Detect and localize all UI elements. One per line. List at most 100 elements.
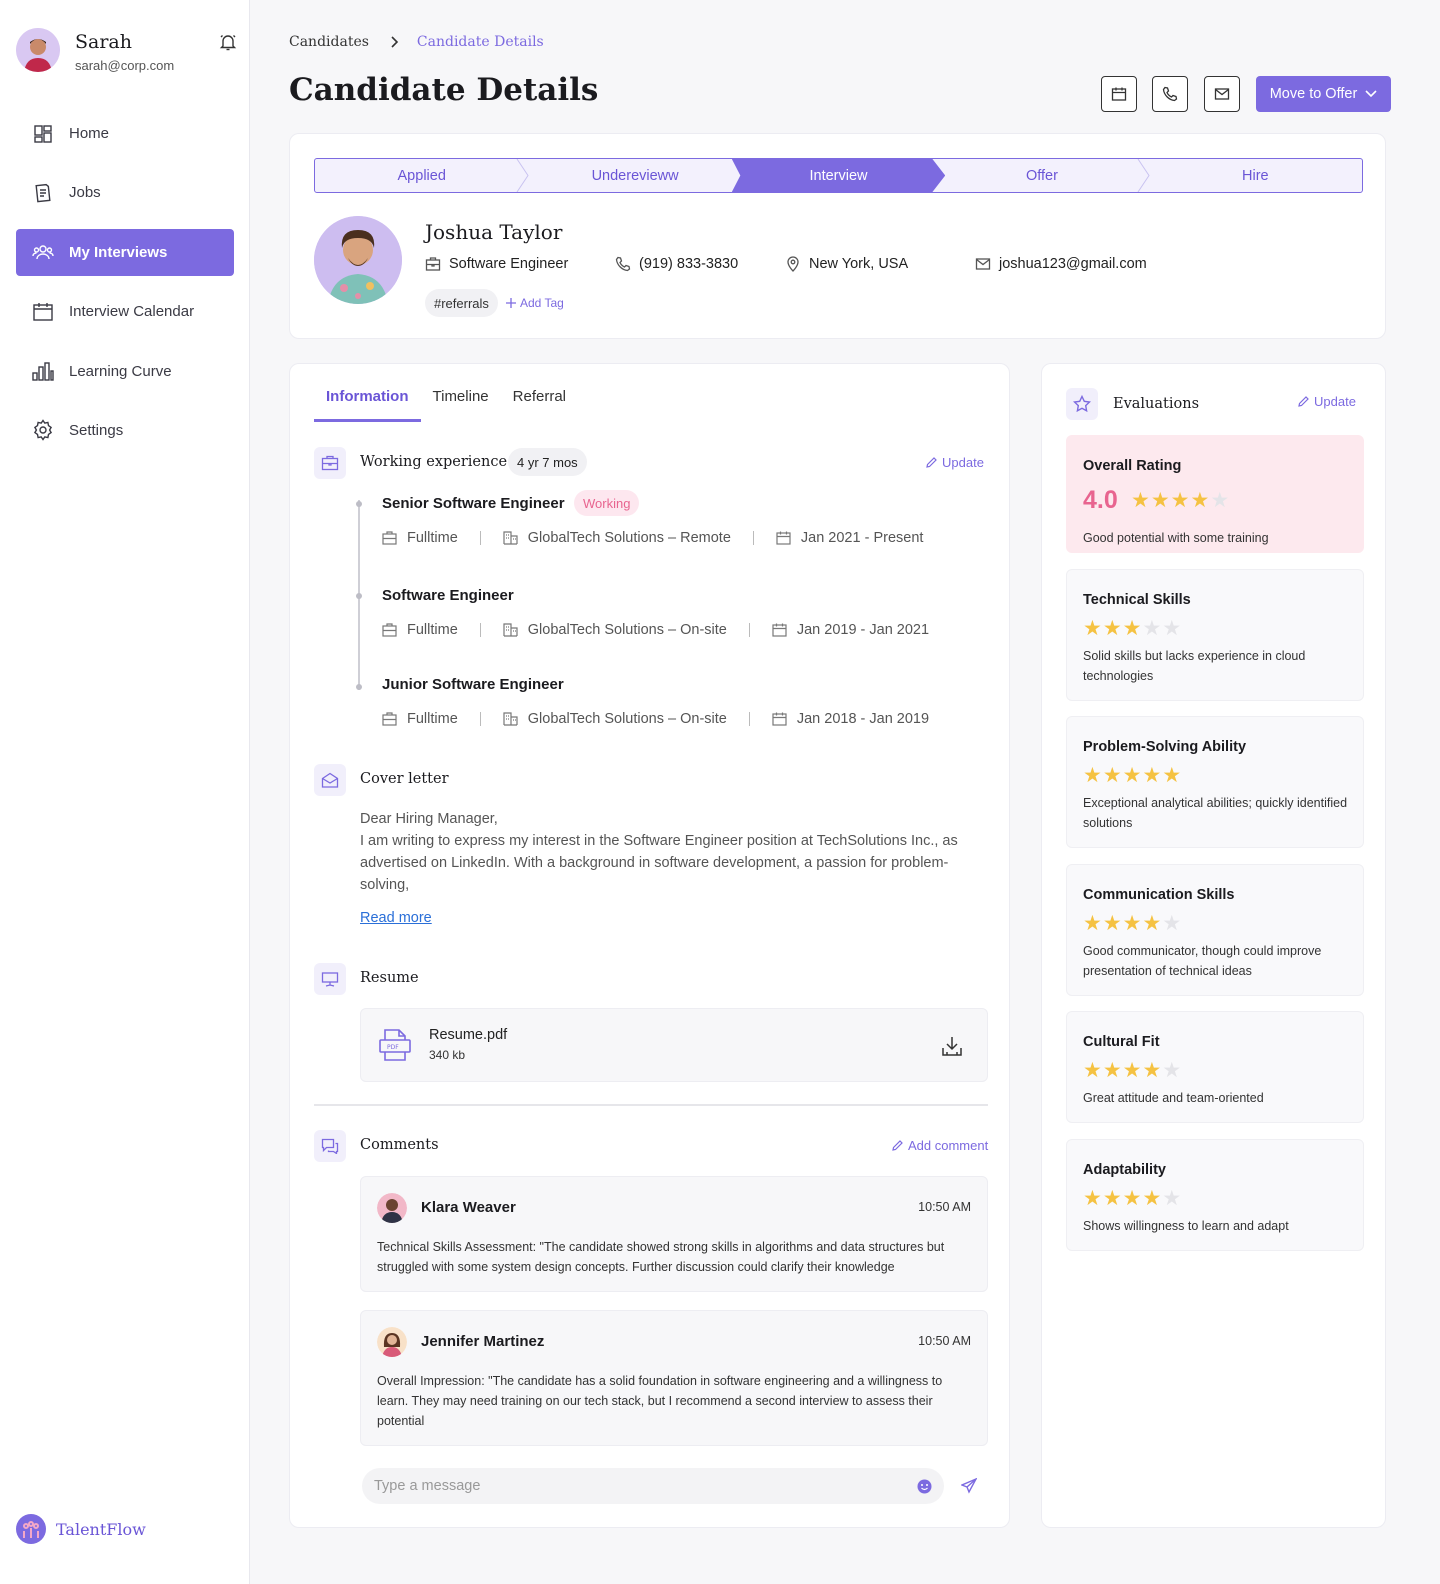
mail-icon xyxy=(975,256,999,272)
read-more-link[interactable]: Read more xyxy=(360,910,432,926)
star-empty-icon: ★ xyxy=(1162,1059,1182,1082)
move-to-offer-label: Move to Offer xyxy=(1269,86,1358,102)
star-filled-icon: ★ xyxy=(1122,1059,1142,1082)
evaluation-title: Cultural Fit xyxy=(1083,1034,1160,1050)
tab-timeline[interactable]: Timeline xyxy=(421,388,501,422)
move-to-offer-button[interactable]: Move to Offer xyxy=(1256,76,1391,112)
avatar xyxy=(16,28,60,72)
evaluations-title: Evaluations xyxy=(1113,396,1200,412)
divider xyxy=(748,712,750,726)
add-tag-button[interactable]: Add Tag xyxy=(506,296,564,310)
sidebar-item-jobs[interactable]: Jobs xyxy=(16,169,234,216)
envelope-open-icon xyxy=(314,764,346,796)
schedule-button[interactable] xyxy=(1101,76,1137,112)
overall-rating-card: Overall Rating 4.0 ★ ★ ★ ★ ★ Good potential … xyxy=(1066,435,1364,553)
emoji-icon[interactable] xyxy=(917,1479,932,1494)
tab-referral[interactable]: Referral xyxy=(501,388,578,422)
experience-update-button[interactable]: Update xyxy=(926,455,984,470)
stage-underreview[interactable]: Underevieww xyxy=(528,159,741,192)
divider xyxy=(752,531,754,545)
job-company: GlobalTech Solutions – Remote xyxy=(527,530,731,546)
evaluation-cultural-fit: Cultural Fit ★ ★ ★ ★ ★ Great attitude and te… xyxy=(1066,1011,1364,1123)
comment-text: Overall Impression: "The candidate has a… xyxy=(377,1374,943,1428)
star-empty-icon: ★ xyxy=(1162,912,1182,935)
stage-label: Underevieww xyxy=(591,167,679,184)
candidate-name: Joshua Taylor xyxy=(425,220,563,244)
candidate-email[interactable]: joshua123@gmail.com xyxy=(975,256,1147,272)
download-icon[interactable] xyxy=(941,1035,963,1057)
comment-author: Klara Weaver xyxy=(421,1199,516,1216)
plus-icon xyxy=(506,298,520,308)
page-title: Candidate Details xyxy=(289,72,599,108)
pipeline-stages: Applied Underevieww Interview Offer Hire xyxy=(314,158,1363,193)
comment-card: Jennifer Martinez 10:50 AM Overall Impre… xyxy=(360,1310,988,1446)
sidebar-item-home[interactable]: Home xyxy=(16,110,234,157)
tab-bar: Information Timeline Referral xyxy=(314,388,578,422)
job-period: Jan 2019 - Jan 2021 xyxy=(796,622,930,638)
user-profile[interactable]: Sarah sarah@corp.com xyxy=(16,28,238,76)
add-comment-button[interactable]: Add comment xyxy=(892,1138,988,1153)
avatar xyxy=(377,1327,407,1357)
bell-icon[interactable] xyxy=(218,32,238,52)
sidebar-item-label: Home xyxy=(69,125,110,142)
stage-applied[interactable]: Applied xyxy=(315,159,529,192)
star-filled-icon: ★ xyxy=(1102,617,1122,640)
calendar-icon xyxy=(772,623,797,637)
brand[interactable]: TalentFlow xyxy=(16,1514,146,1544)
evaluation-technical-skills: Technical Skills ★ ★ ★ ★ ★ Solid skills but … xyxy=(1066,569,1364,701)
user-name: Sarah xyxy=(75,31,132,53)
avatar xyxy=(377,1193,407,1223)
star-filled-icon: ★ xyxy=(1122,764,1142,787)
sidebar-item-settings[interactable]: Settings xyxy=(16,407,234,454)
evaluation-adaptability: Adaptability ★ ★ ★ ★ ★ Shows willingness to … xyxy=(1066,1139,1364,1251)
experience-duration: 4 yr 7 mos xyxy=(508,448,587,476)
job-company: GlobalTech Solutions – On-site xyxy=(527,711,727,727)
resume-file[interactable]: PDF Resume.pdf 340 kb xyxy=(360,1008,988,1082)
briefcase-icon xyxy=(382,531,407,545)
job-period: Jan 2021 - Present xyxy=(800,530,924,546)
candidate-phone[interactable]: (919) 833-3830 xyxy=(615,256,738,272)
evaluations-card: Evaluations Update Overall Rating 4.0 ★ ★… xyxy=(1041,363,1386,1528)
overall-rating-score: 4.0 xyxy=(1083,486,1118,514)
tab-information[interactable]: Information xyxy=(314,388,421,422)
candidate-location-text: New York, USA xyxy=(809,256,909,272)
calendar-icon xyxy=(1111,86,1127,102)
job-period: Jan 2018 - Jan 2019 xyxy=(796,711,930,727)
star-filled-icon: ★ xyxy=(1150,489,1170,512)
message-input[interactable] xyxy=(362,1468,944,1504)
star-filled-icon: ★ xyxy=(1102,1187,1122,1210)
send-icon[interactable] xyxy=(961,1478,977,1494)
evaluation-desc: Exceptional analytical abilities; quickl… xyxy=(1083,796,1348,830)
evaluation-desc: Shows willingness to learn and adapt xyxy=(1083,1219,1289,1233)
stage-label: Hire xyxy=(1242,167,1269,184)
chat-icon xyxy=(314,1130,346,1162)
job-title: Junior Software Engineer xyxy=(382,676,564,693)
evaluations-update-button[interactable]: Update xyxy=(1298,394,1356,409)
star-filled-icon: ★ xyxy=(1162,764,1182,787)
evaluation-title: Communication Skills xyxy=(1083,887,1235,903)
job-title: Senior Software Engineer xyxy=(382,495,565,512)
sidebar-item-my-interviews[interactable]: My Interviews xyxy=(16,228,234,276)
star-filled-icon: ★ xyxy=(1083,1187,1102,1210)
email-button[interactable] xyxy=(1204,76,1240,112)
users-icon xyxy=(32,241,54,263)
breadcrumb-root[interactable]: Candidates xyxy=(289,34,369,50)
stage-hire[interactable]: Hire xyxy=(1149,159,1362,192)
sidebar-item-learning-curve[interactable]: Learning Curve xyxy=(16,348,234,395)
job-meta: Fulltime GlobalTech Solutions – On-site … xyxy=(382,711,929,727)
call-button[interactable] xyxy=(1152,76,1188,112)
stage-label: Applied xyxy=(397,167,446,184)
sidebar-item-interview-calendar[interactable]: Interview Calendar xyxy=(16,288,234,335)
star-rating: ★ ★ ★ ★ ★ xyxy=(1083,618,1182,640)
breadcrumb: Candidates Candidate Details xyxy=(289,34,544,50)
star-filled-icon: ★ xyxy=(1122,1187,1142,1210)
overall-rating-desc: Good potential with some training xyxy=(1083,531,1269,545)
tag-chip[interactable]: #referrals xyxy=(425,289,498,317)
bar-chart-icon xyxy=(32,360,54,382)
sidebar-nav: Home Jobs My Interviews Interview Calend… xyxy=(16,110,234,466)
overall-rating-title: Overall Rating xyxy=(1083,458,1182,474)
star-empty-icon: ★ xyxy=(1162,617,1182,640)
stage-offer[interactable]: Offer xyxy=(935,159,1150,192)
comment-card: Klara Weaver 10:50 AM Technical Skills A… xyxy=(360,1176,988,1292)
stage-interview[interactable]: Interview xyxy=(731,159,946,192)
